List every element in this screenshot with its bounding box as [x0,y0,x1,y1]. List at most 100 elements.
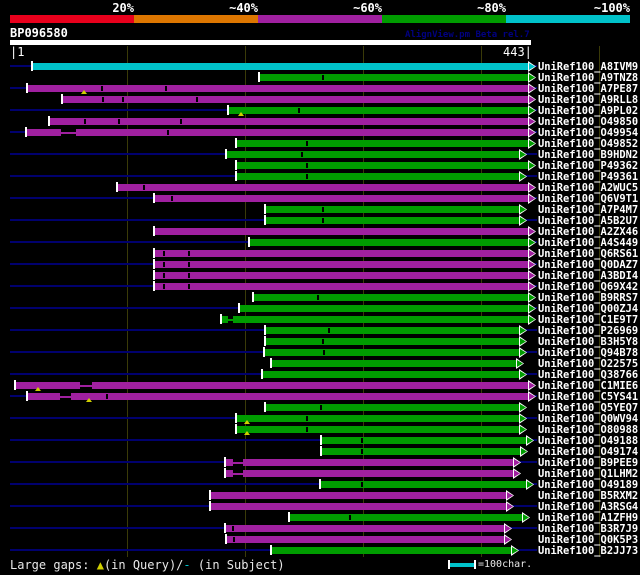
subject-label[interactable]: UniRef100_A3BDI4 [538,270,638,282]
subject-label[interactable]: UniRef100_O22575 [538,358,638,370]
alignment-bar[interactable] [266,404,521,411]
alignment-bar[interactable] [155,272,530,279]
alignment-bar[interactable] [155,283,530,290]
subject-label[interactable]: UniRef100_C1E9T7 [538,314,638,326]
subject-label[interactable]: UniRef100_O49188 [538,435,638,447]
subject-label[interactable]: UniRef100_C1MIE6 [538,380,638,392]
alignment-row: UniRef100_O49850 [0,116,640,128]
subject-label[interactable]: UniRef100_Q6RS61 [538,248,638,260]
alignment-bar[interactable] [237,426,521,433]
alignment-bar[interactable] [226,459,515,466]
alignment-bar[interactable] [227,536,506,543]
bar-start-tick [288,512,290,522]
subject-label[interactable]: UniRef100_A8IVM9 [538,61,638,73]
alignment-bar[interactable] [265,349,521,356]
bar-tick [317,295,319,300]
subject-label[interactable]: UniRef100_Q94B78 [538,347,638,359]
subject-label[interactable]: UniRef100_P49361 [538,171,638,183]
alignment-bar[interactable] [211,503,508,510]
alignment-row: UniRef100_B2JJ73 [0,545,640,557]
alignment-bar[interactable] [155,228,530,235]
alignment-bar[interactable] [237,162,530,169]
alignment-bar[interactable] [155,261,530,268]
alignment-bar[interactable] [266,338,521,345]
alignment-bar[interactable] [28,393,530,400]
bar-start-tick [48,116,50,126]
subject-label[interactable]: UniRef100_O49174 [538,446,638,458]
alignment-bar[interactable] [155,250,530,257]
alignment-bar[interactable] [63,96,530,103]
alignment-bar[interactable] [237,415,521,422]
alignment-bar[interactable] [254,294,530,301]
alignment-bar[interactable] [28,85,530,92]
bar-tick [106,394,108,399]
alignment-bar[interactable] [226,470,515,477]
alignment-bar[interactable] [290,514,524,521]
bar-tick [232,526,234,531]
alignment-bar[interactable] [155,195,530,202]
subject-label[interactable]: UniRef100_Q5YEQ7 [538,402,638,414]
alignment-bar[interactable] [321,481,528,488]
subject-label[interactable]: UniRef100_Q0DAZ7 [538,259,638,271]
alignment-bar[interactable] [211,492,508,499]
subject-label[interactable]: UniRef100_A7P4M7 [538,204,638,216]
subject-label[interactable]: UniRef100_A2ZX46 [538,226,638,238]
alignment-bar[interactable] [33,63,530,70]
subject-label[interactable]: UniRef100_P49362 [538,160,638,172]
alignment-bar[interactable] [50,118,530,125]
subject-label[interactable]: UniRef100_Q6V9T1 [538,193,638,205]
subject-label[interactable]: UniRef100_Q38766 [538,369,638,381]
subject-label[interactable]: UniRef100_C5YS41 [538,391,638,403]
bar-tick [118,119,120,124]
subject-label[interactable]: UniRef100_B9RRS7 [538,292,638,304]
alignment-bar[interactable] [266,217,521,224]
alignment-bar[interactable] [272,360,518,367]
alignment-row: UniRef100_Q0WV94 [0,413,640,425]
subject-label[interactable]: UniRef100_A9RLL8 [538,94,638,106]
subject-label[interactable]: UniRef100_P26969 [538,325,638,337]
subject-label[interactable]: UniRef100_Q0K5P3 [538,534,638,546]
alignment-row: UniRef100_Q94B78 [0,347,640,359]
subject-label[interactable]: UniRef100_A9PL02 [538,105,638,117]
alignment-bar[interactable] [227,151,521,158]
subject-label[interactable]: UniRef100_O49954 [538,127,638,139]
alignment-bar[interactable] [237,173,521,180]
alignment-bar[interactable] [229,107,530,114]
subject-label[interactable]: UniRef100_O49850 [538,116,638,128]
subject-label[interactable]: UniRef100_O49852 [538,138,638,150]
subject-label[interactable]: UniRef100_A3RSG4 [538,501,638,513]
subject-label[interactable]: UniRef100_B5RXM2 [538,490,638,502]
alignment-bar[interactable] [272,547,513,554]
subject-label[interactable]: UniRef100_A9TNZ8 [538,72,638,84]
alignment-bar[interactable] [260,74,530,81]
alignment-bar[interactable] [222,316,530,323]
subject-label[interactable]: UniRef100_B3H5Y8 [538,336,638,348]
subject-label[interactable]: UniRef100_B9PEE9 [538,457,638,469]
alignment-bar[interactable] [322,448,522,455]
subject-label[interactable]: UniRef100_Q69X42 [538,281,638,293]
alignment-bar[interactable] [237,140,530,147]
subject-label[interactable]: UniRef100_Q1LHM2 [538,468,638,480]
alignment-bar[interactable] [266,327,521,334]
subject-label[interactable]: UniRef100_A7PE87 [538,83,638,95]
subject-label[interactable]: UniRef100_O80988 [538,424,638,436]
subject-label[interactable]: UniRef100_B3R7J9 [538,523,638,535]
alignment-bar[interactable] [16,382,530,389]
alignment-bar[interactable] [118,184,530,191]
alignment-bar[interactable] [240,305,530,312]
subject-label[interactable]: UniRef100_Q0WV94 [538,413,638,425]
subject-label[interactable]: UniRef100_A5B2U7 [538,215,638,227]
alignment-bar[interactable] [263,371,521,378]
subject-label[interactable]: UniRef100_O49189 [538,479,638,491]
alignment-bar[interactable] [226,525,506,532]
subject-label[interactable]: UniRef100_Q00ZJ4 [538,303,638,315]
subject-label[interactable]: UniRef100_A1ZFH9 [538,512,638,524]
alignment-bar[interactable] [322,437,528,444]
alignment-bar[interactable] [266,206,521,213]
subject-label[interactable]: UniRef100_B9HDN2 [538,149,638,161]
subject-label[interactable]: UniRef100_A2WUC5 [538,182,638,194]
subject-label[interactable]: UniRef100_A4S449 [538,237,638,249]
alignment-bar[interactable] [250,239,530,246]
subject-label[interactable]: UniRef100_B2JJ73 [538,545,638,557]
alignment-bar[interactable] [27,129,530,136]
